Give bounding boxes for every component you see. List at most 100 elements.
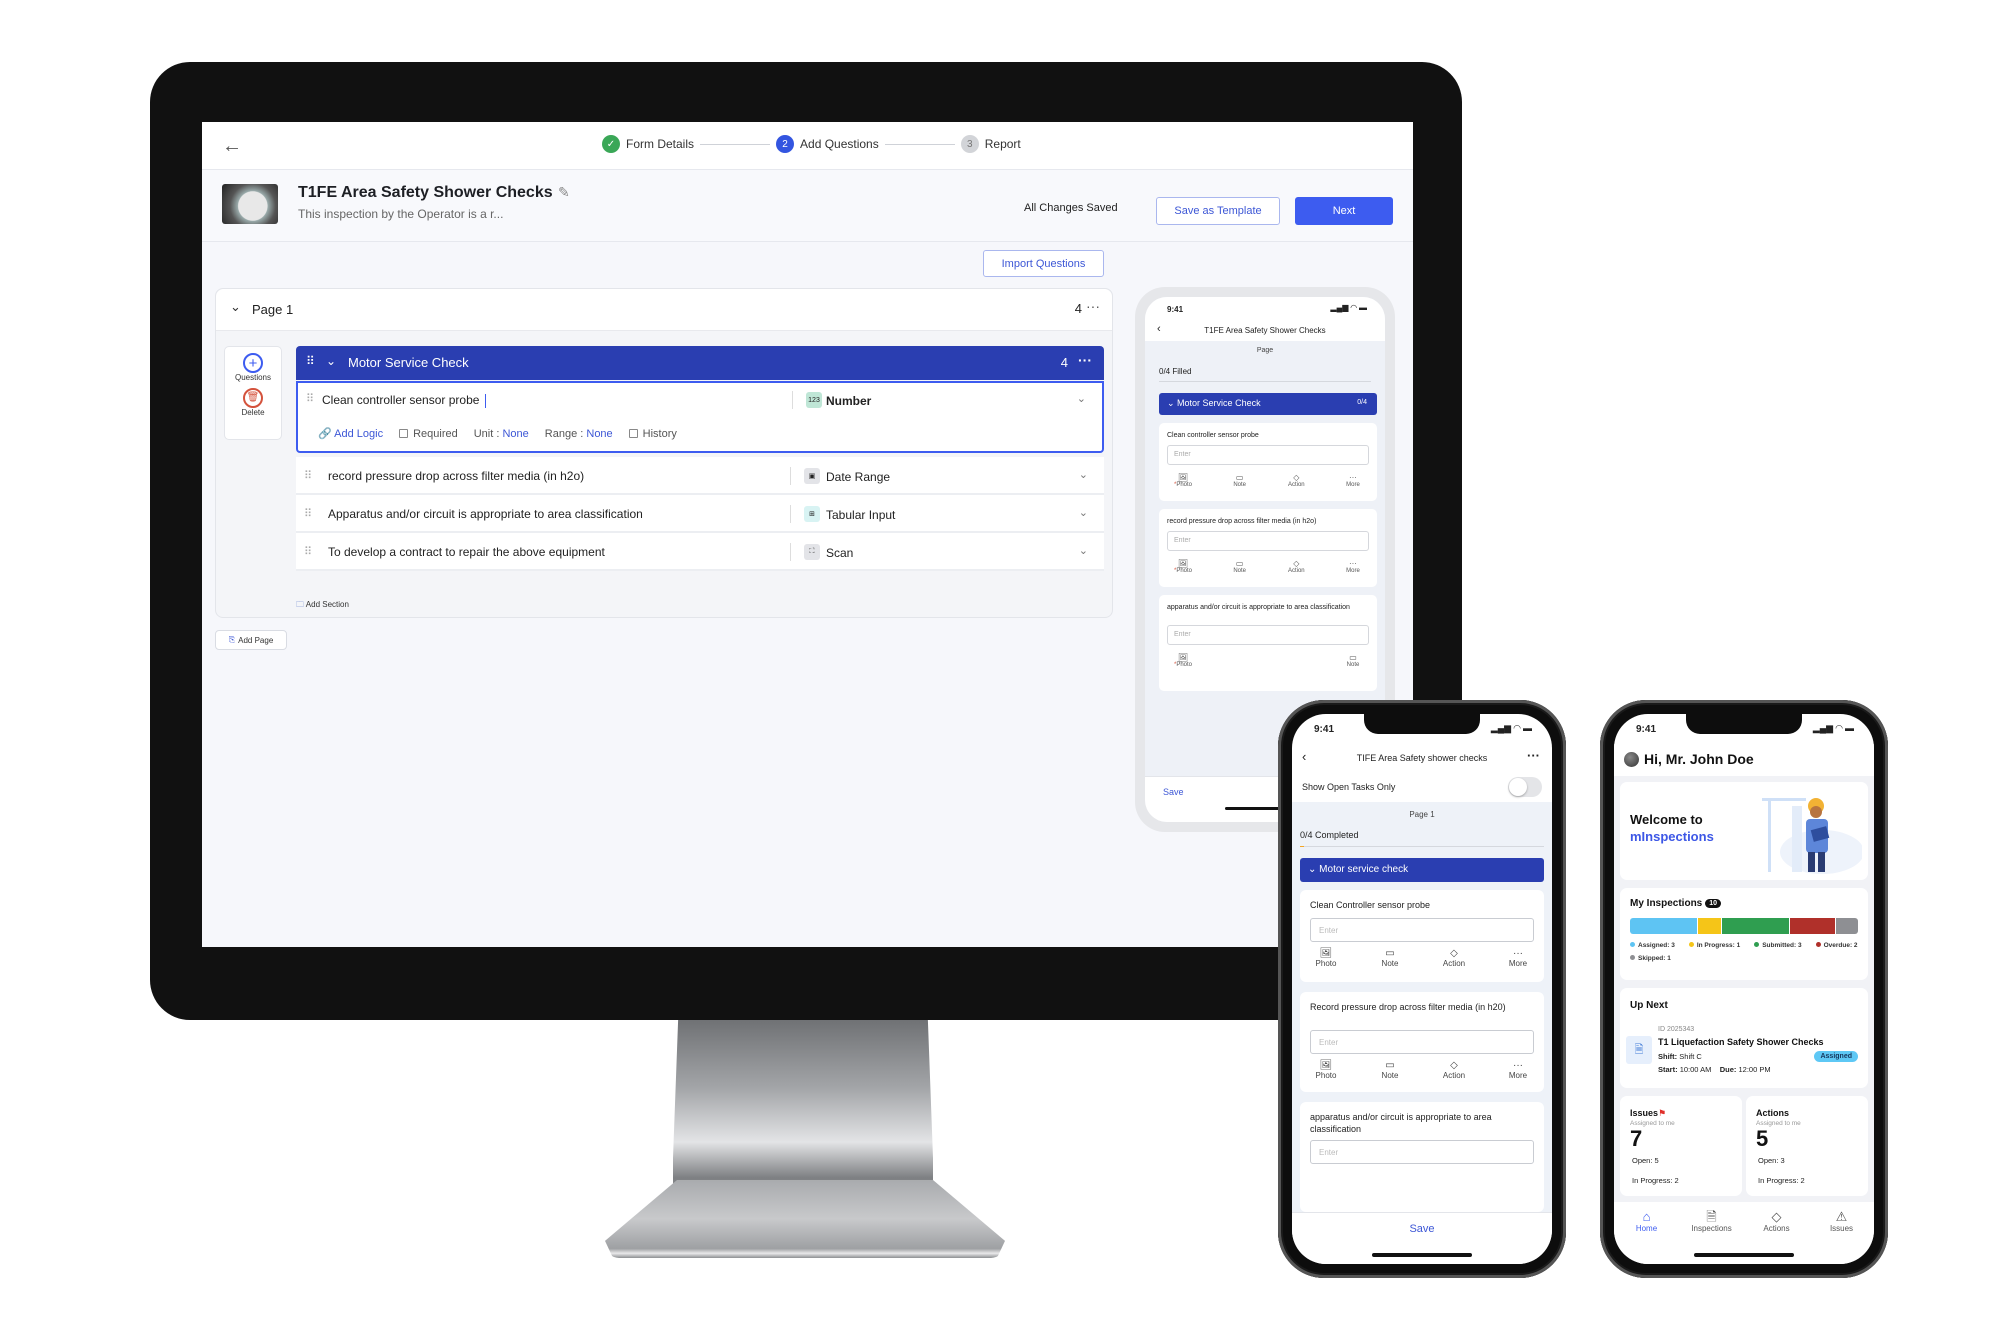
trash-icon: 🗑 [243,388,263,408]
more-button[interactable]: ··· More [1335,473,1371,488]
step-report[interactable]: 3 Report [960,135,1021,153]
back-arrow-icon[interactable]: ← [222,135,242,158]
photo-button[interactable]: 🖼 *Photo [1165,653,1201,668]
question-text[interactable]: record pressure drop across filter media… [328,469,584,483]
action-button[interactable]: ◇ Action [1278,473,1314,488]
note-button[interactable]: ▭ Note [1370,948,1410,968]
history-label: History [642,427,677,440]
photo-button[interactable]: 🖼 *Photo [1165,473,1201,488]
step-number: 2 [776,135,795,153]
question-type-select[interactable]: Tabular Input [826,508,895,522]
section-header[interactable]: ⌄ Motor service check [1300,858,1544,882]
question-row[interactable]: ⠿ Apparatus and/or circuit is appropriat… [296,495,1104,533]
question-text[interactable]: To develop a contract to repair the abov… [328,545,605,559]
answer-input[interactable]: Enter [1310,1140,1534,1164]
note-button[interactable]: ▭ Note [1222,559,1258,574]
question-row[interactable]: ⠿ To develop a contract to repair the ab… [296,533,1104,571]
question-row-active[interactable]: ⠿ Clean controller sensor probe 123 Numb… [296,381,1104,453]
photo-button[interactable]: 🖼 *Photo [1165,559,1201,574]
save-button[interactable]: Save [1163,787,1184,797]
nav-bar: ‹ T1FE Area Safety Shower Checks [1145,319,1385,341]
action-button[interactable]: ◇ Action [1278,559,1314,574]
question-type-select[interactable]: Number [826,394,871,408]
section-title: ⌄ Motor service check [1308,864,1409,875]
open-tasks-toggle[interactable] [1508,777,1542,797]
save-button[interactable]: Save [1292,1223,1552,1235]
desktop-app-screen: ← ✓ Form Details 2 Add Questions 3 Repor… [202,122,1413,947]
home-indicator [1372,1253,1472,1257]
my-inspections-card[interactable]: My Inspections 10 Assigned: 3 In Progress:… [1620,888,1868,980]
tab-home[interactable]: ⌂ Home [1619,1209,1675,1264]
my-inspections-title: My Inspections 10 [1630,898,1722,909]
chevron-down-icon[interactable]: ⌄ [1079,506,1088,519]
chevron-down-icon[interactable]: ⌄ [1079,468,1088,481]
avatar[interactable] [1624,752,1639,767]
form-header: T1FE Area Safety Shower Checks ✎ This in… [202,170,1413,242]
action-button[interactable]: ◇ Action [1434,1060,1474,1080]
import-questions-button[interactable]: Import Questions [983,250,1104,277]
more-options-icon[interactable]: ··· [1527,748,1540,763]
photo-button[interactable]: 🖼 Photo [1306,948,1346,968]
issues-title: Issues⚑ [1630,1108,1667,1118]
note-button[interactable]: ▭ Note [1370,1060,1410,1080]
issues-card[interactable]: Issues⚑ Assigned to me 7 Open: 5 In Prog… [1620,1096,1742,1196]
add-page-button[interactable]: ⎘ Add Page [215,630,287,650]
answer-input[interactable]: Enter [1310,1030,1534,1054]
more-icon: ··· [1348,473,1357,482]
answer-input[interactable]: Enter [1167,625,1369,645]
required-checkbox[interactable]: Required [399,428,458,440]
delete-button[interactable]: 🗑 Delete [225,388,281,417]
question-type-select[interactable]: Scan [826,546,853,560]
unit-select[interactable]: Unit : None [474,428,529,440]
drag-handle-icon[interactable]: ⠿ [304,469,312,482]
chevron-down-icon[interactable]: ⌄ [326,354,336,368]
more-options-icon[interactable]: ··· [1086,298,1100,314]
action-button[interactable]: ◇ Action [1434,948,1474,968]
add-logic-link[interactable]: 🔗 Add Logic [318,427,383,440]
up-next-card[interactable]: Up Next 🗎 ID 2025343 T1 Liquefaction Saf… [1620,988,1868,1088]
more-button[interactable]: ··· More [1335,559,1371,574]
drag-handle-icon[interactable]: ⠿ [304,545,312,558]
question-text[interactable]: Apparatus and/or circuit is appropriate … [328,507,643,521]
answer-input[interactable]: Enter [1310,918,1534,942]
note-button[interactable]: ▭ Note [1335,653,1371,668]
step-form-details[interactable]: ✓ Form Details [602,135,694,153]
drag-handle-icon[interactable]: ⠿ [304,507,312,520]
question-text-input[interactable]: Clean controller sensor probe [322,393,487,408]
chevron-down-icon[interactable]: ⌄ [1079,544,1088,557]
more-button[interactable]: ··· More [1498,948,1538,968]
photo-button[interactable]: 🖼 Photo [1306,1060,1346,1080]
save-as-template-button[interactable]: Save as Template [1156,197,1280,225]
chevron-down-icon[interactable]: ⌄ [1077,392,1086,405]
status-segment [1721,918,1789,934]
tab-issues[interactable]: ⚠ Issues [1814,1209,1870,1264]
issues-count: 7 [1630,1126,1643,1151]
page-label: Page [1256,347,1274,354]
question-actions: 🖼 *Photo ▭ Note ◇ Action ··· More [1165,473,1371,488]
drag-handle-icon[interactable]: ⠿ [306,392,314,405]
range-select[interactable]: Range : None [545,428,613,440]
more-options-icon[interactable]: ··· [1078,352,1092,368]
history-checkbox[interactable]: History [628,427,677,440]
page-header[interactable]: ⌄ Page 1 4 ··· [216,289,1112,331]
question-type-select[interactable]: Date Range [826,470,890,484]
add-section-button[interactable]: 🗀 Add Section [296,599,349,613]
add-question-button[interactable]: + Questions [225,353,281,382]
question-card: Clean Controller sensor probe Enter 🖼 Pho… [1300,890,1544,982]
section-header[interactable]: ⌄ Motor Service Check 0/4 [1159,393,1377,415]
phone-home: 9:41 ▂▄▆ ◠ ▬ Hi, Mr. John Doe Welcome to… [1600,700,1888,1278]
pencil-edit-icon[interactable]: ✎ [558,184,570,201]
next-button[interactable]: Next [1295,197,1393,225]
drag-handle-icon[interactable]: ⠿ [306,354,315,368]
chevron-down-icon[interactable]: ⌄ [230,299,241,315]
tag-icon: ◇ [1450,948,1458,959]
inspection-name[interactable]: T1 Liquefaction Safety Shower Checks [1658,1037,1824,1047]
note-button[interactable]: ▭ Note [1222,473,1258,488]
answer-input[interactable]: Enter [1167,445,1369,465]
step-add-questions[interactable]: 2 Add Questions [776,135,879,153]
question-row[interactable]: ⠿ record pressure drop across filter med… [296,457,1104,495]
actions-card[interactable]: Actions Assigned to me 5 Open: 3 In Prog… [1746,1096,1868,1196]
section-header[interactable]: ⠿ ⌄ Motor Service Check 4 ··· [296,346,1104,380]
more-button[interactable]: ··· More [1498,1060,1538,1080]
answer-input[interactable]: Enter [1167,531,1369,551]
